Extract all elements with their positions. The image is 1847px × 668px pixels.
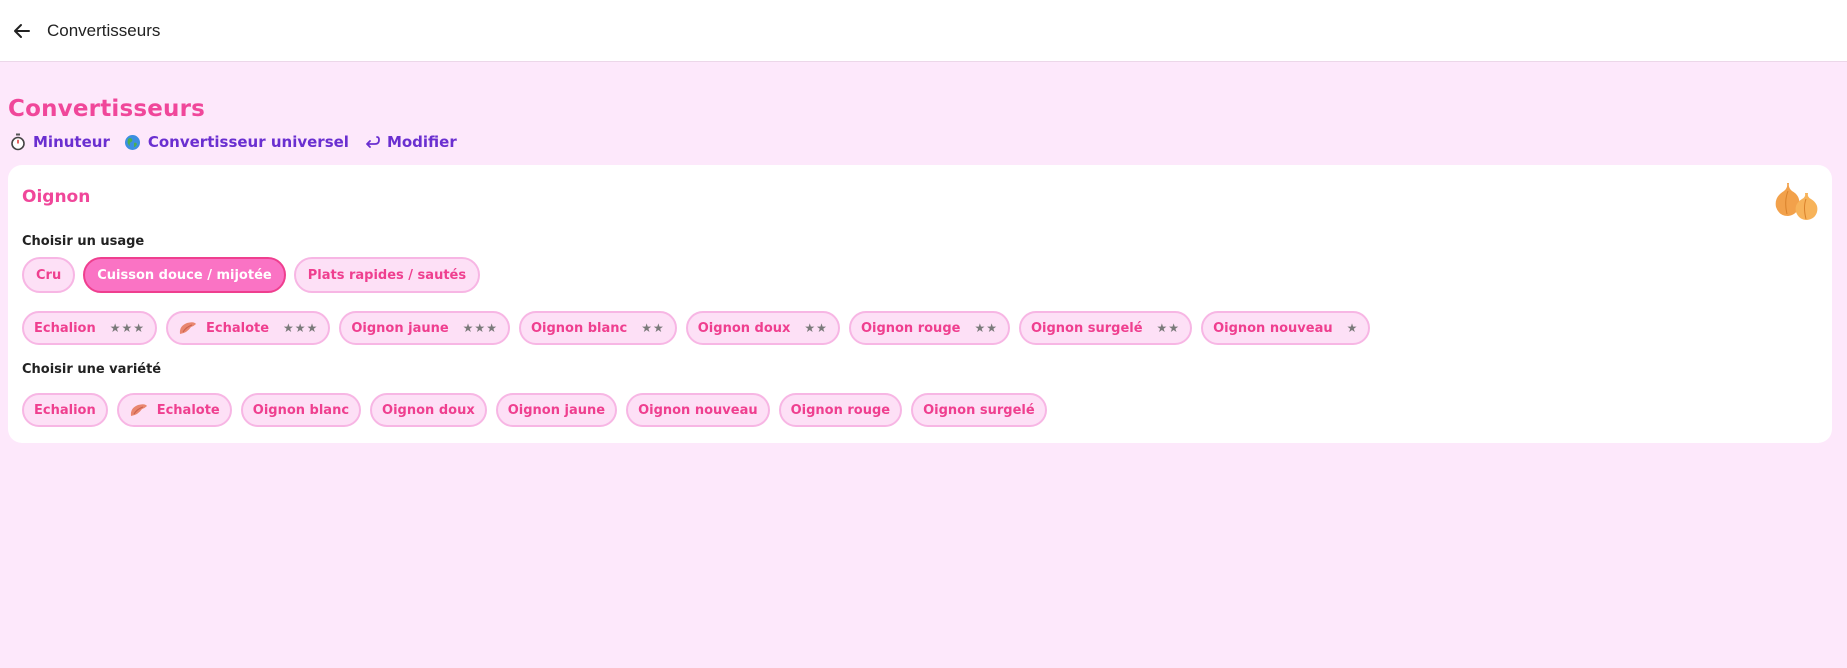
ranked-chip-label: Echalion <box>34 320 96 336</box>
shallot-icon <box>178 320 198 336</box>
variety-chip-label: Oignon blanc <box>252 402 350 418</box>
rating-stars: ★★ <box>1156 321 1181 335</box>
variety-chip-label: Echalion <box>34 402 96 418</box>
minuteur-link[interactable]: Minuteur <box>9 133 110 151</box>
variety-label: Choisir une variété <box>22 362 162 377</box>
rating-stars: ★★★ <box>462 321 498 335</box>
rating-stars: ★★★ <box>109 321 145 335</box>
return-arrow-icon <box>363 133 381 151</box>
modifier-label: Modifier <box>386 133 457 151</box>
ranked-chip-echalion[interactable]: Echalion ★★★ <box>22 311 157 345</box>
ranked-chip-label: Echalote <box>206 320 270 336</box>
rating-stars: ★ <box>1346 321 1359 335</box>
variety-chips: Echalion Echalote Oignon blanc Oignon do… <box>22 393 1047 427</box>
variety-chip-label: Echalote <box>156 402 220 418</box>
back-button[interactable] <box>4 13 40 49</box>
ranked-chip-label: Oignon rouge <box>860 320 961 336</box>
universal-converter-label: Convertisseur universel <box>147 133 349 151</box>
variety-chip-oignon-blanc[interactable]: Oignon blanc <box>240 393 362 427</box>
rating-stars: ★★ <box>974 321 998 335</box>
usage-chip-label: Cuisson douce / mijotée <box>97 267 272 283</box>
variety-chip-echalote[interactable]: Echalote <box>116 393 232 427</box>
usage-chip-label: Plats rapides / sautés <box>307 267 467 283</box>
variety-chip-oignon-rouge[interactable]: Oignon rouge <box>778 393 903 427</box>
ranked-chip-oignon-nouveau[interactable]: Oignon nouveau ★ <box>1201 311 1371 345</box>
variety-chip-oignon-jaune[interactable]: Oignon jaune <box>495 393 618 427</box>
variety-chip-oignon-doux[interactable]: Oignon doux <box>370 393 487 427</box>
rating-stars: ★★ <box>641 321 665 335</box>
arrow-left-icon <box>14 23 30 38</box>
ranked-chip-label: Oignon doux <box>697 320 791 336</box>
rating-stars: ★★ <box>804 321 828 335</box>
ranked-chip-label: Oignon surgelé <box>1030 320 1143 336</box>
ranked-substitutes: Echalion ★★★ Echalote ★★★ Oignon jaune ★… <box>22 311 1371 345</box>
minuteur-label: Minuteur <box>33 133 110 151</box>
tool-links: Minuteur Convertisseur universel Modifie… <box>9 133 457 151</box>
variety-chip-label: Oignon jaune <box>507 402 606 418</box>
ranked-chip-label: Oignon nouveau <box>1213 320 1333 336</box>
usage-label: Choisir un usage <box>22 234 145 249</box>
usage-chip-label: Cru <box>36 267 62 283</box>
variety-chip-label: Oignon nouveau <box>638 402 758 418</box>
globe-icon <box>124 133 142 151</box>
universal-converter-link[interactable]: Convertisseur universel <box>124 133 349 151</box>
usage-chip-cuisson-douce[interactable]: Cuisson douce / mijotée <box>83 257 286 293</box>
variety-chip-oignon-surgele[interactable]: Oignon surgelé <box>911 393 1047 427</box>
topbar-title: Convertisseurs <box>47 20 161 40</box>
ranked-chip-oignon-rouge[interactable]: Oignon rouge ★★ <box>848 311 1010 345</box>
rating-stars: ★★★ <box>283 321 319 335</box>
ranked-chip-oignon-doux[interactable]: Oignon doux ★★ <box>685 311 840 345</box>
variety-chip-label: Oignon rouge <box>790 402 891 418</box>
page-title: Convertisseurs <box>8 96 206 122</box>
variety-chip-label: Oignon doux <box>382 402 475 418</box>
stopwatch-icon <box>9 133 27 151</box>
shallot-icon <box>129 402 149 418</box>
ranked-chip-echalote[interactable]: Echalote ★★★ <box>166 311 331 345</box>
ranked-chip-oignon-jaune[interactable]: Oignon jaune ★★★ <box>339 311 510 345</box>
ranked-chip-oignon-surgele[interactable]: Oignon surgelé ★★ <box>1018 311 1193 345</box>
usage-chips: Cru Cuisson douce / mijotée Plats rapide… <box>22 257 481 293</box>
ingredient-title: Oignon <box>22 187 91 207</box>
variety-chip-label: Oignon surgelé <box>923 402 1035 418</box>
onion-icon <box>1775 183 1818 220</box>
ranked-chip-label: Oignon jaune <box>351 320 449 336</box>
top-app-bar: Convertisseurs <box>0 0 1847 62</box>
ingredient-card: Oignon Choisir un usage Cru Cuisson douc… <box>8 165 1832 443</box>
usage-chip-cru[interactable]: Cru <box>22 257 76 293</box>
ranked-chip-label: Oignon blanc <box>530 320 628 336</box>
ranked-chip-oignon-blanc[interactable]: Oignon blanc ★★ <box>518 311 677 345</box>
variety-chip-oignon-nouveau[interactable]: Oignon nouveau <box>626 393 770 427</box>
usage-chip-plats-rapides[interactable]: Plats rapides / sautés <box>293 257 481 293</box>
variety-chip-echalion[interactable]: Echalion <box>22 393 108 427</box>
modifier-link[interactable]: Modifier <box>363 133 457 151</box>
